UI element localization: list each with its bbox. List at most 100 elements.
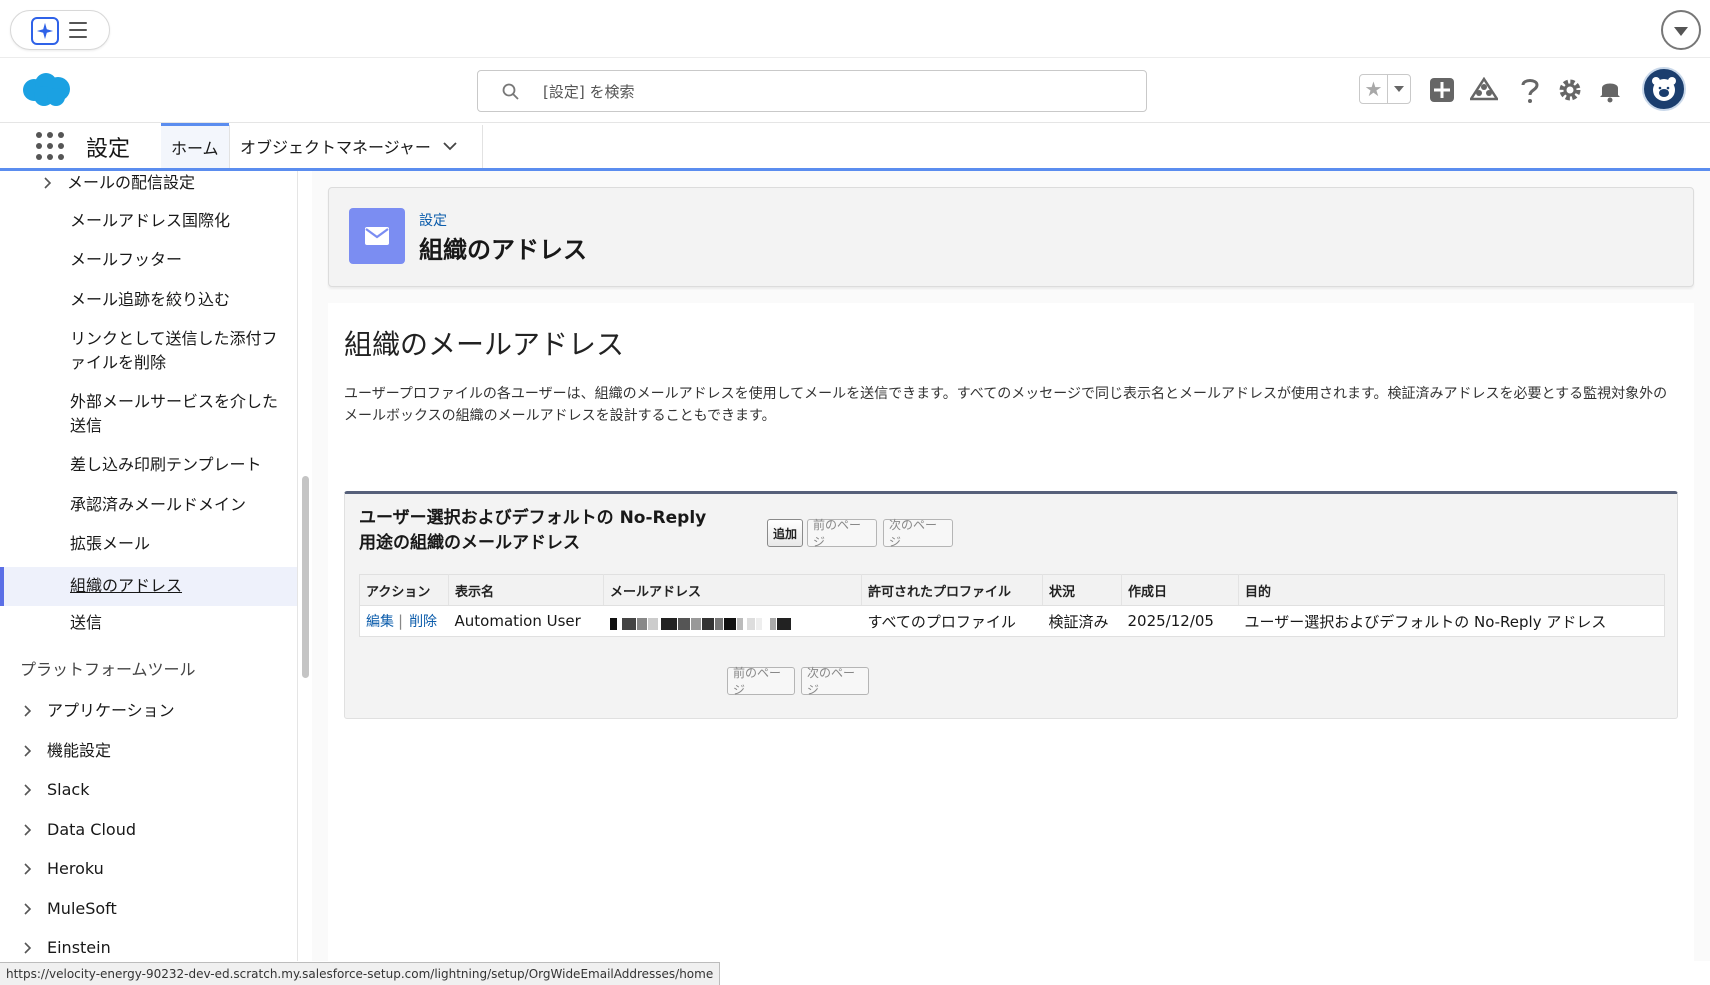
sparkle-icon[interactable] xyxy=(31,17,59,45)
delete-link[interactable]: 削除 xyxy=(409,614,437,630)
add-button[interactable]: 追加 xyxy=(767,519,803,547)
sidebar-item-label: MuleSoft xyxy=(47,899,117,918)
chevron-right-icon[interactable] xyxy=(22,784,34,796)
gear-icon[interactable] xyxy=(1550,70,1590,110)
setup-sidebar: メールの配信設定 メールアドレス国際化 メールフッター メール追跡を絞り込む リ… xyxy=(0,171,298,961)
sidebar-item-label: Data Cloud xyxy=(47,820,136,839)
sidebar-group-slack[interactable]: Slack xyxy=(0,778,297,804)
section-description: ユーザープロファイルの各ユーザーは、組織のメールアドレスを使用してメールを送信で… xyxy=(344,386,1668,424)
user-avatar[interactable] xyxy=(1642,67,1686,111)
sidebar-group-data-cloud[interactable]: Data Cloud xyxy=(0,818,297,844)
sidebar-item-label: アプリケーション xyxy=(47,701,175,720)
sidebar-item-email-tracking[interactable]: メール追跡を絞り込む xyxy=(0,288,297,314)
sidebar-group-heroku[interactable]: Heroku xyxy=(0,857,297,883)
sidebar-item-label: 送信 xyxy=(70,613,103,632)
sidebar-item-email-intl[interactable]: メールアドレス国際化 xyxy=(0,209,297,235)
sidebar-group-mulesoft[interactable]: MuleSoft xyxy=(0,897,297,923)
sidebar-item-label: 機能設定 xyxy=(47,741,112,760)
sidebar-item-mail-merge[interactable]: 差し込み印刷テンプレート xyxy=(0,453,297,479)
sidebar-item-send[interactable]: 送信 xyxy=(0,611,297,637)
sidebar-item-label: メールフッター xyxy=(70,250,183,269)
panel-title: ユーザー選択およびデフォルトの No-Reply 用途の組織のメールアドレス xyxy=(359,508,707,553)
tab-object-manager[interactable]: オブジェクトマネージャー xyxy=(230,123,482,168)
chevron-right-icon[interactable] xyxy=(22,824,34,836)
column-header: 目的 xyxy=(1238,574,1665,606)
org-addresses-panel: ユーザー選択およびデフォルトの No-Reply 用途の組織のメールアドレス 追… xyxy=(344,491,1678,719)
chevron-right-icon[interactable] xyxy=(22,745,34,757)
sidebar-item-label: リンクとして送信した添付ファイルを削除 xyxy=(70,329,278,372)
main-content: 設定 組織のアドレス 組織のメールアドレス ユーザープロファイルの各ユーザーは、… xyxy=(312,171,1710,973)
sidebar-item-label: Heroku xyxy=(47,859,104,878)
column-header: 作成日 xyxy=(1121,574,1239,606)
email-address-cell xyxy=(604,606,862,637)
chevron-right-icon[interactable] xyxy=(22,903,34,915)
chevron-down-icon[interactable] xyxy=(443,141,457,151)
sidebar-item-label: Einstein xyxy=(47,938,111,957)
breadcrumb[interactable]: 設定 xyxy=(419,210,447,230)
edit-link[interactable]: 編集 xyxy=(366,614,394,630)
purpose-cell: ユーザー選択およびデフォルトの No-Reply アドレス xyxy=(1244,612,1607,631)
sidebar-item-label: 承認済みメールドメイン xyxy=(70,495,247,514)
search-input[interactable] xyxy=(543,77,1123,107)
sidebar-section-platform-tools: プラットフォームツール xyxy=(20,660,196,679)
star-icon[interactable]: ★ xyxy=(1360,75,1388,103)
trailhead-icon[interactable] xyxy=(1464,70,1504,110)
sidebar-item-external-email[interactable]: 外部メールサービスを介した送信 xyxy=(0,390,297,440)
sidebar-item-label: Slack xyxy=(47,780,90,799)
sidebar-item-enhanced-email[interactable]: 拡張メール xyxy=(0,532,297,558)
column-header: 表示名 xyxy=(448,574,604,606)
sidebar-item-org-addresses[interactable]: 組織のアドレス xyxy=(0,567,297,606)
salesforce-logo-icon[interactable] xyxy=(20,72,72,108)
sidebar-item-delete-attachments[interactable]: リンクとして送信した添付ファイルを削除 xyxy=(0,327,297,377)
table-row: 編集 | 削除 Automation User すべてのプロファイル 検証済み 20… xyxy=(360,606,1665,637)
created-date-cell: 2025/12/05 xyxy=(1127,612,1214,630)
bell-icon[interactable] xyxy=(1590,70,1630,110)
chevron-right-icon[interactable] xyxy=(22,942,34,954)
sidebar-group-einstein[interactable]: Einstein xyxy=(0,936,297,961)
nav-divider xyxy=(482,125,483,168)
sidebar-item-email-delivery[interactable]: メールの配信設定 xyxy=(0,171,297,197)
next-page-button-bottom[interactable]: 次のページ xyxy=(801,666,869,697)
hamburger-menu-icon[interactable] xyxy=(69,22,87,38)
sidebar-group-feature-settings[interactable]: 機能設定 xyxy=(0,739,297,765)
column-header: 状況 xyxy=(1042,574,1122,606)
status-cell: 検証済み xyxy=(1048,612,1109,631)
sidebar-item-label: 差し込み印刷テンプレート xyxy=(70,455,262,474)
sidebar-item-label: 外部メールサービスを介した送信 xyxy=(70,392,279,435)
column-header: メールアドレス xyxy=(603,574,862,606)
favorites-dropdown-icon[interactable] xyxy=(1388,75,1410,103)
page-header: 設定 組織のアドレス xyxy=(328,187,1694,287)
global-header: ★ xyxy=(0,58,1710,123)
column-header: アクション xyxy=(359,574,449,606)
browser-toolbar xyxy=(0,0,1710,58)
prev-page-button-bottom[interactable]: 前のページ xyxy=(727,666,795,697)
extension-pill[interactable] xyxy=(10,10,110,50)
help-icon[interactable] xyxy=(1510,70,1550,110)
add-icon[interactable] xyxy=(1422,70,1462,110)
column-header: 許可されたプロファイル xyxy=(861,574,1043,606)
sidebar-item-label: メールアドレス国際化 xyxy=(70,211,231,230)
app-nav-bar: 設定 ホーム オブジェクトマネージャー xyxy=(0,123,1710,171)
search-icon xyxy=(502,83,519,100)
browser-dropdown-icon[interactable] xyxy=(1661,10,1701,50)
sidebar-item-approved-domains[interactable]: 承認済みメールドメイン xyxy=(0,493,297,519)
chevron-right-icon[interactable] xyxy=(22,705,34,717)
favorites-button[interactable]: ★ xyxy=(1359,74,1411,104)
prev-page-button[interactable]: 前のページ xyxy=(807,518,877,549)
sidebar-group-applications[interactable]: アプリケーション xyxy=(0,699,297,725)
action-separator: | xyxy=(398,612,404,630)
tab-label: オブジェクトマネージャー xyxy=(240,137,431,157)
chevron-right-icon[interactable] xyxy=(22,863,34,875)
sidebar-item-label: メールの配信設定 xyxy=(67,173,196,192)
tab-label: ホーム xyxy=(171,139,219,158)
app-name: 設定 xyxy=(86,137,131,162)
next-page-button[interactable]: 次のページ xyxy=(883,518,953,549)
sidebar-scrollbar[interactable] xyxy=(302,476,309,678)
page-title: 組織のアドレス xyxy=(419,236,587,264)
redacted-email xyxy=(609,615,792,630)
chevron-right-icon[interactable] xyxy=(42,177,54,189)
sidebar-item-email-footer[interactable]: メールフッター xyxy=(0,248,297,274)
app-launcher-icon[interactable] xyxy=(36,132,64,160)
tab-home[interactable]: ホーム xyxy=(161,123,229,168)
setup-search[interactable] xyxy=(477,70,1147,112)
